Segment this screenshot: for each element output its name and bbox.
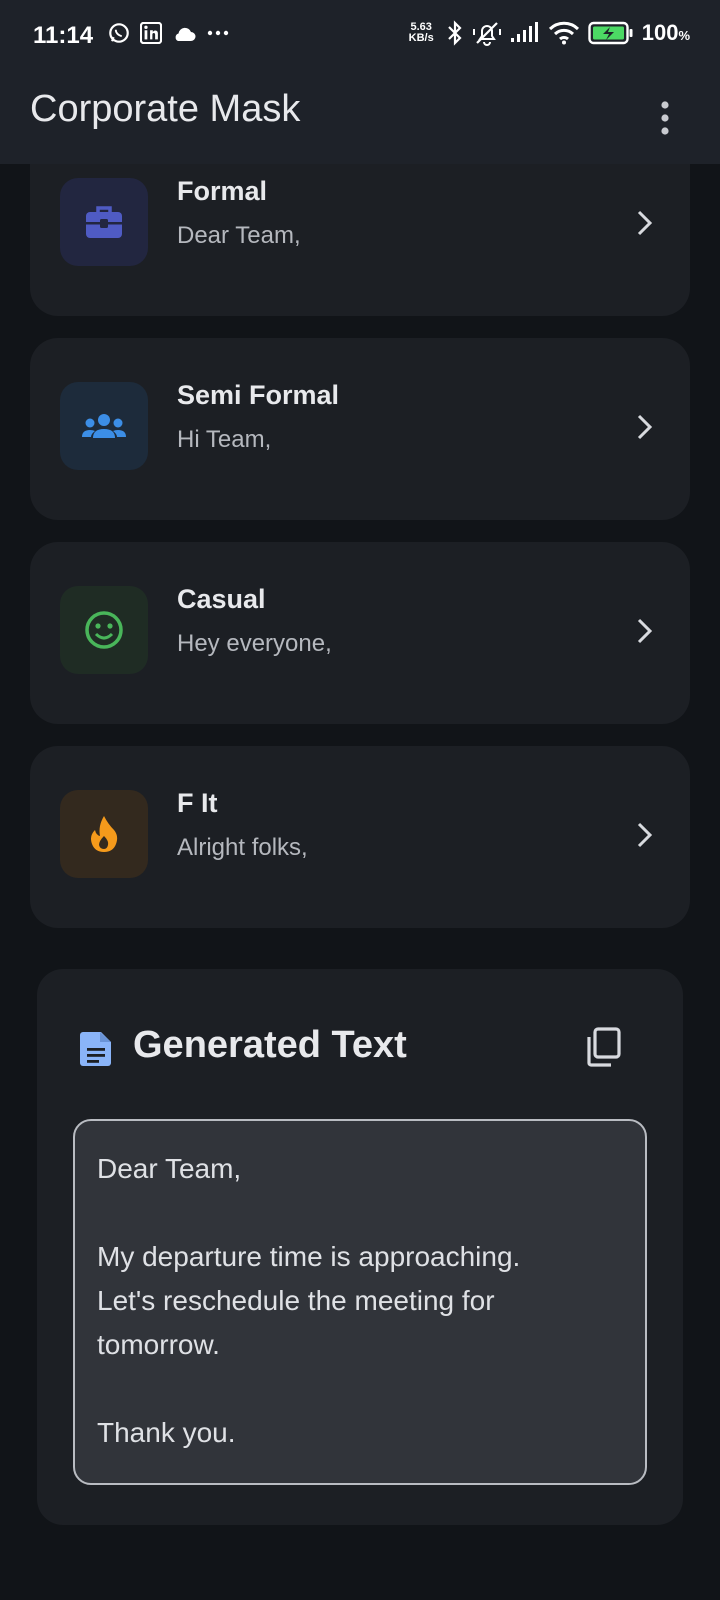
notification-icons (108, 22, 230, 44)
tone-greeting: Hi Team, (177, 426, 272, 453)
network-speed: 5.63 KB/s (409, 22, 434, 44)
tone-icon-box (60, 790, 148, 878)
whatsapp-icon (109, 23, 129, 43)
bluetooth-icon (447, 20, 462, 46)
wifi-icon (548, 21, 579, 45)
more-vert-icon[interactable] (650, 98, 680, 138)
tone-greeting: Hey everyone, (177, 630, 332, 657)
chevron-right-icon (637, 822, 653, 848)
document-icon (80, 1032, 111, 1066)
battery-level: 100% (642, 20, 690, 46)
app-bar: Corporate Mask (0, 72, 720, 164)
fire-icon (91, 816, 118, 852)
smiley-icon (85, 611, 123, 649)
tone-card-f-it[interactable]: F It Alright folks, (30, 746, 690, 928)
app-title: Corporate Mask (30, 88, 301, 130)
tone-card-semi-formal[interactable]: Semi Formal Hi Team, (30, 338, 690, 520)
system-icons: 5.63 KB/s 100% (409, 20, 690, 46)
tone-icon-box (60, 586, 148, 674)
generated-text-card: Generated Text Dear Team, My departure t… (37, 969, 683, 1525)
status-time: 11:14 (33, 22, 94, 49)
tone-title: Semi Formal (177, 380, 340, 410)
silent-mode-icon (472, 22, 501, 46)
tone-icon-box (60, 382, 148, 470)
cloud-icon (175, 27, 196, 41)
tone-card-casual[interactable]: Casual Hey everyone, (30, 542, 690, 724)
tone-card-formal[interactable]: Formal Dear Team, (30, 164, 690, 316)
generated-text-box[interactable]: Dear Team, My departure time is approach… (73, 1119, 647, 1485)
briefcase-icon (86, 206, 122, 238)
battery-percent: 100 (641, 20, 679, 45)
tone-greeting: Dear Team, (177, 222, 301, 249)
chevron-right-icon (637, 414, 653, 440)
tone-title: Formal (177, 176, 268, 206)
status-bar: 11:14 5.63 KB/s 100% (0, 0, 720, 72)
group-icon (82, 414, 126, 438)
generated-text-content: Dear Team, My departure time is approach… (97, 1153, 521, 1448)
battery-percent-sign: % (678, 28, 690, 43)
battery-charging-icon (588, 21, 633, 45)
generated-text-title: Generated Text (133, 1024, 407, 1066)
chevron-right-icon (637, 210, 653, 236)
linkedin-icon (140, 22, 162, 44)
tone-icon-box (60, 178, 148, 266)
tone-title: F It (177, 788, 218, 818)
more-notifications-icon (207, 30, 229, 36)
content-scroll[interactable]: Formal Dear Team, Semi Formal Hi Team, C… (0, 164, 720, 1600)
network-speed-unit: KB/s (408, 32, 434, 44)
copy-icon[interactable] (585, 1027, 621, 1067)
tone-title: Casual (177, 584, 266, 614)
signal-icon (510, 22, 538, 42)
chevron-right-icon (637, 618, 653, 644)
tone-greeting: Alright folks, (177, 834, 308, 861)
